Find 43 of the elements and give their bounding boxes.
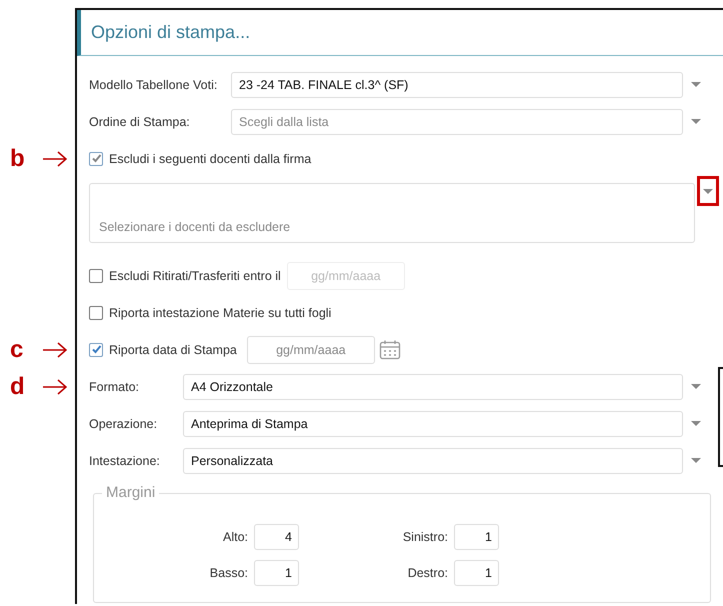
field-label: Sinistro: xyxy=(402,530,449,544)
dropdown-caret-icon[interactable] xyxy=(691,82,701,87)
field-label: Destro: xyxy=(406,566,449,580)
arrow-icon xyxy=(42,342,68,358)
placeholder-text: Selezionare i docenti da escludere xyxy=(99,220,290,234)
checkbox-label: Escludi Ritirati/Trasferiti entro il xyxy=(109,268,281,282)
field-label: Intestazione: xyxy=(89,454,161,468)
dropdown-caret-icon[interactable] xyxy=(691,119,701,124)
dropdown-caret-icon[interactable] xyxy=(691,421,701,426)
number-field[interactable]: 4 xyxy=(254,524,299,550)
calendar-icon[interactable] xyxy=(378,338,401,360)
checkbox[interactable] xyxy=(89,306,103,320)
checkbox-label: Riporta intestazione Materie su tutti fogli xyxy=(109,306,332,320)
dropdown-field[interactable]: Personalizzata xyxy=(183,448,683,474)
checkbox-label: Escludi i seguenti docenti dalla firma xyxy=(109,152,312,166)
annotation-letter: b xyxy=(10,144,26,172)
dropdown-field[interactable]: Anteprima di Stampa xyxy=(183,410,683,436)
dropdown-field[interactable]: A4 Orizzontale xyxy=(183,374,683,400)
dropdown-field[interactable]: 23 -24 TAB. FINALE cl.3^ (SF) xyxy=(231,72,683,98)
group-legend: Margini xyxy=(102,484,160,501)
dropdown-field[interactable]: Scegli dalla lista xyxy=(231,108,683,134)
number-field[interactable]: 1 xyxy=(454,560,499,586)
field-label: Formato: xyxy=(89,380,140,394)
number-field[interactable]: 1 xyxy=(454,524,499,550)
date-field[interactable]: gg/mm/aaaa xyxy=(246,336,375,364)
checkbox[interactable] xyxy=(89,342,103,356)
number-field[interactable]: 1 xyxy=(254,560,299,586)
annotation-letter: d xyxy=(10,372,26,400)
field-label: Alto: xyxy=(222,530,249,544)
dialog-title: Opzioni di stampa... xyxy=(77,10,723,56)
checkbox[interactable] xyxy=(89,268,103,282)
arrow-icon xyxy=(42,150,68,166)
field-label: Modello Tabellone Voti: xyxy=(89,78,218,92)
arrow-icon xyxy=(42,378,68,394)
field-label: Basso: xyxy=(208,566,249,580)
field-label: Operazione: xyxy=(89,416,158,430)
checkbox[interactable] xyxy=(89,152,103,166)
annotation-letter: c xyxy=(10,336,24,364)
dropdown-caret-icon[interactable] xyxy=(691,458,701,463)
checkbox-label: Riporta data di Stampa xyxy=(109,342,237,356)
dropdown-caret-icon[interactable] xyxy=(691,384,701,389)
field-label: Ordine di Stampa: xyxy=(89,114,191,128)
dropdown-caret-icon[interactable] xyxy=(703,188,713,194)
